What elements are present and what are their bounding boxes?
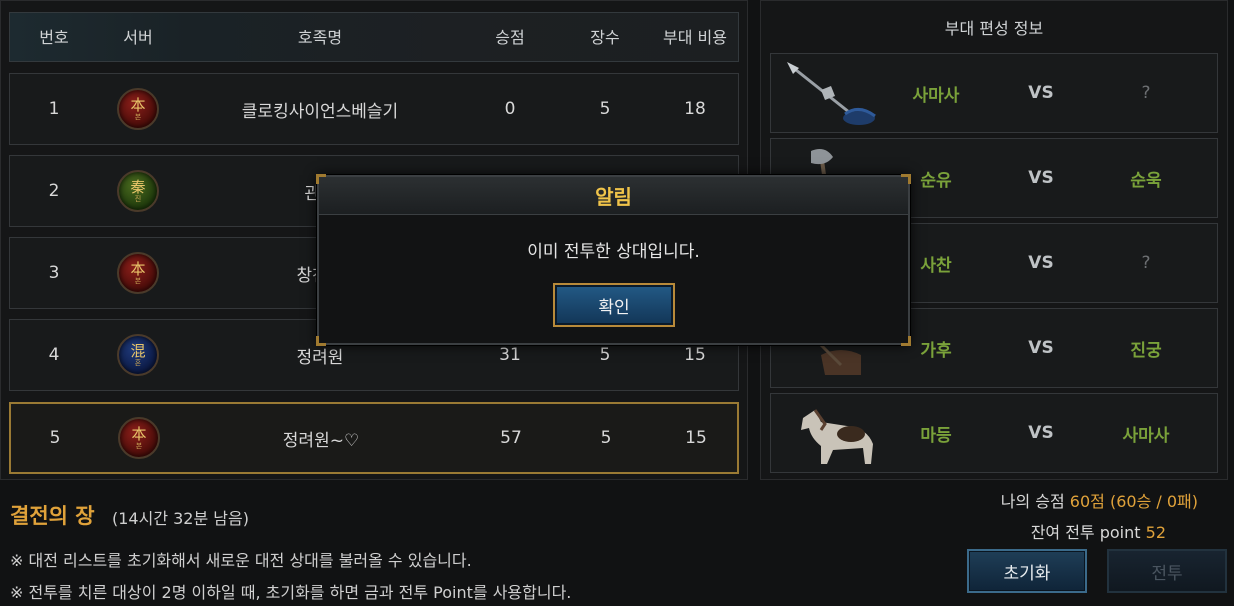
header-cost: 부대 비용: [663, 28, 727, 47]
vs-label: VS: [1028, 83, 1054, 103]
vs-label: VS: [1028, 338, 1054, 358]
row-number: 5: [49, 428, 61, 448]
opponent-general-name: ?: [1141, 253, 1151, 273]
vs-label: VS: [1028, 253, 1054, 273]
reset-button[interactable]: 초기화: [967, 549, 1087, 593]
server-emblem-char: 秦: [130, 178, 146, 196]
row-number: 3: [48, 263, 60, 283]
row-cost: 18: [684, 99, 706, 119]
server-emblem-sub: 진: [134, 195, 142, 203]
row-score: 0: [504, 99, 516, 119]
dialog-message: 이미 전투한 상대입니다.: [527, 242, 700, 262]
spear-unit-icon: [781, 60, 881, 128]
server-emblem-char: 本: [130, 96, 146, 114]
confirm-button[interactable]: 확인: [553, 283, 675, 327]
dialog-title: 알림: [319, 177, 908, 215]
remaining-point-label: 잔여 전투 point: [1030, 523, 1141, 542]
row-number: 2: [48, 181, 60, 201]
my-general-name: 마등: [920, 425, 952, 446]
my-general-name: 사마사: [912, 85, 960, 106]
server-cell: 混 혼: [98, 320, 178, 390]
server-emblem-sub: 혼: [134, 359, 142, 367]
dialog-corner-ornament: [316, 336, 326, 346]
server-emblem-sub: 본: [134, 277, 142, 285]
my-score-label: 나의 승점: [1000, 492, 1065, 511]
vs-label: VS: [1028, 423, 1054, 443]
opponent-general-name: 순욱: [1130, 170, 1162, 191]
battle-button[interactable]: 전투: [1107, 549, 1227, 593]
server-emblem-sub: 본: [134, 113, 142, 121]
server-emblem-char: 本: [130, 260, 146, 278]
header-number: 번호: [39, 28, 69, 47]
opponent-general-name: 진궁: [1130, 340, 1162, 361]
server-cell: 本 본: [99, 404, 179, 472]
clan-name: 클로킹사이언스베슬기: [241, 101, 399, 122]
row-cost: 15: [685, 428, 707, 448]
opponent-general-name: ?: [1141, 83, 1151, 103]
match-slot[interactable]: 마등 VS 사마사: [770, 393, 1218, 473]
server-emblem-icon: 混 혼: [117, 334, 159, 376]
server-emblem-icon: 秦 진: [117, 170, 159, 212]
opponent-row[interactable]: 5 本 본 정려원~♡ 57 5 15: [9, 402, 739, 474]
header-generals: 장수: [590, 28, 620, 47]
dialog-corner-ornament: [901, 336, 911, 346]
remaining-time: (14시간 32분 남음): [112, 509, 249, 528]
note-reset-cost: ※ 전투를 치른 대상이 2명 이하일 때, 초기화를 하면 금과 전투 Poi…: [10, 583, 572, 602]
table-header: 번호 서버 호족명 승점 장수 부대 비용: [9, 12, 739, 62]
vs-label: VS: [1028, 168, 1054, 188]
server-cell: 本 본: [98, 238, 178, 308]
server-cell: 秦 진: [98, 156, 178, 226]
note-reset-info: ※ 대전 리스트를 초기화해서 새로운 대전 상대를 불러올 수 있습니다.: [10, 551, 472, 570]
row-generals: 5: [600, 428, 612, 448]
my-score: 나의 승점 60점 (60승 / 0패): [1001, 488, 1198, 512]
opponent-general-name: 사마사: [1122, 425, 1170, 446]
header-clan: 호족명: [297, 28, 343, 47]
server-emblem-char: 本: [131, 425, 147, 443]
server-emblem-icon: 本 본: [118, 417, 160, 459]
notice-dialog: 알림 이미 전투한 상대입니다. 확인: [316, 174, 911, 346]
my-score-value: 60점 (60승 / 0패): [1069, 492, 1198, 511]
match-slot[interactable]: 사마사 VS ?: [770, 53, 1218, 133]
remaining-point: 잔여 전투 point 52: [1031, 519, 1166, 543]
formation-title: 부대 편성 정보: [944, 19, 1044, 38]
header-score: 승점: [495, 28, 525, 47]
server-emblem-char: 混: [130, 342, 146, 360]
row-number: 1: [48, 99, 60, 119]
row-score: 57: [500, 428, 522, 448]
server-emblem-icon: 本 본: [117, 252, 159, 294]
arena-title: 결전의 장: [10, 504, 95, 528]
server-cell: 本 본: [98, 74, 178, 144]
header-server: 서버: [123, 28, 153, 47]
row-number: 4: [48, 345, 60, 365]
horse-unit-icon: [781, 400, 881, 468]
server-emblem-icon: 本 본: [117, 88, 159, 130]
opponent-row[interactable]: 1 本 본 클로킹사이언스베슬기 0 5 18: [9, 73, 739, 145]
server-emblem-sub: 본: [135, 442, 143, 450]
remaining-point-value: 52: [1145, 523, 1166, 542]
clan-name: 정려원~♡: [282, 430, 360, 451]
row-generals: 5: [599, 99, 611, 119]
